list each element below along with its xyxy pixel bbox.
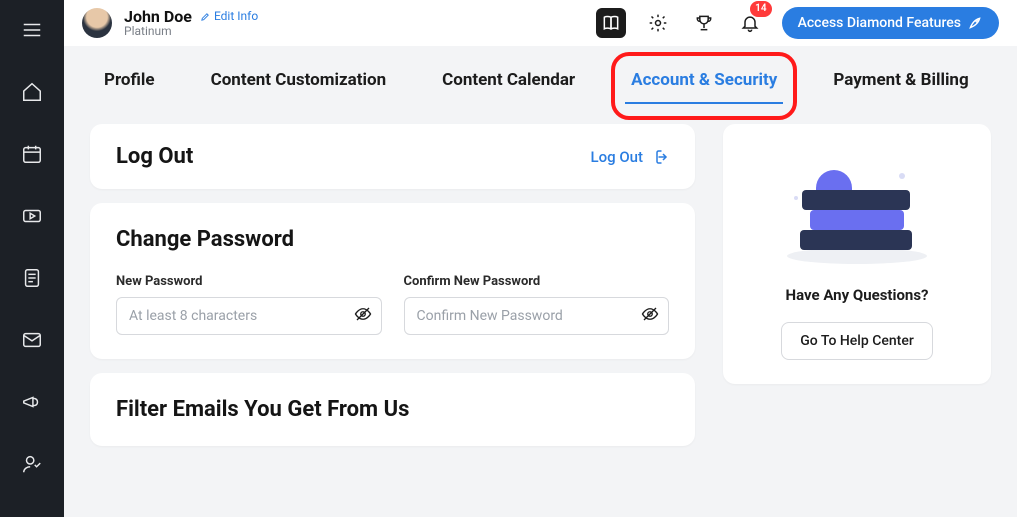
trophy-icon (694, 13, 714, 33)
sidebar-item-video[interactable] (12, 196, 52, 236)
notification-badge: 14 (750, 1, 771, 17)
new-password-visibility-toggle[interactable] (354, 305, 372, 327)
confirm-password-label: Confirm New Password (404, 274, 670, 289)
tab-payment-billing[interactable]: Payment & Billing (827, 66, 974, 94)
megaphone-icon (21, 391, 43, 413)
confirm-password-input[interactable] (404, 297, 670, 335)
change-password-card: Change Password New Password (90, 203, 695, 359)
filter-emails-heading: Filter Emails You Get From Us (116, 397, 669, 422)
change-password-heading: Change Password (116, 227, 669, 252)
edit-info-label: Edit Info (214, 10, 258, 23)
reader-button[interactable] (596, 8, 626, 38)
tab-content-customization[interactable]: Content Customization (205, 66, 393, 94)
sidebar-item-user[interactable] (12, 444, 52, 484)
confirm-password-field: Confirm New Password (404, 274, 670, 335)
right-column: Have Any Questions? Go To Help Center (723, 124, 991, 517)
edit-info-link[interactable]: Edit Info (200, 10, 258, 23)
main-area: John Doe Edit Info Platinum (64, 0, 1017, 517)
eye-off-icon (641, 305, 659, 323)
mail-icon (21, 329, 43, 351)
header-icons: 14 Access Diamond Features (596, 7, 999, 39)
user-check-icon (21, 453, 43, 475)
settings-button[interactable] (644, 9, 672, 37)
left-column: Log Out Log Out Change Password New Pass… (90, 124, 695, 517)
gear-icon (648, 13, 668, 33)
eye-off-icon (354, 305, 372, 323)
new-password-input[interactable] (116, 297, 382, 335)
user-name: John Doe (124, 8, 192, 26)
header: John Doe Edit Info Platinum (64, 0, 1017, 46)
rocket-icon (967, 15, 983, 31)
hamburger-icon (21, 19, 43, 41)
tab-content-calendar[interactable]: Content Calendar (436, 66, 581, 94)
tabs: Profile Content Customization Content Ca… (64, 46, 1017, 108)
user-tier: Platinum (124, 25, 258, 38)
trophy-button[interactable] (690, 9, 718, 37)
sidebar-item-calendar[interactable] (12, 134, 52, 174)
user-avatar[interactable] (82, 8, 112, 38)
content: Log Out Log Out Change Password New Pass… (64, 108, 1017, 517)
logout-heading: Log Out (116, 144, 193, 169)
book-icon (601, 13, 621, 33)
document-icon (21, 267, 43, 289)
new-password-field: New Password (116, 274, 382, 335)
access-diamond-label: Access Diamond Features (798, 15, 961, 31)
confirm-password-visibility-toggle[interactable] (641, 305, 659, 327)
tab-account-security[interactable]: Account & Security (625, 66, 783, 94)
logout-link[interactable]: Log Out (590, 148, 669, 166)
access-diamond-button[interactable]: Access Diamond Features (782, 7, 999, 39)
sidebar-item-mail[interactable] (12, 320, 52, 360)
pencil-icon (200, 11, 211, 22)
user-block: John Doe Edit Info Platinum (124, 8, 258, 39)
logout-card: Log Out Log Out (90, 124, 695, 189)
tab-profile[interactable]: Profile (98, 66, 161, 94)
sidebar-item-home[interactable] (12, 72, 52, 112)
help-illustration (772, 148, 942, 268)
sidebar-item-megaphone[interactable] (12, 382, 52, 422)
notifications-button[interactable]: 14 (736, 9, 764, 37)
help-question: Have Any Questions? (785, 286, 928, 304)
help-card: Have Any Questions? Go To Help Center (723, 124, 991, 384)
logout-icon (651, 148, 669, 166)
sidebar-item-document[interactable] (12, 258, 52, 298)
help-center-button[interactable]: Go To Help Center (781, 322, 933, 360)
logout-link-label: Log Out (590, 148, 643, 166)
filter-emails-card: Filter Emails You Get From Us (90, 373, 695, 446)
calendar-icon (21, 143, 43, 165)
home-icon (21, 81, 43, 103)
new-password-label: New Password (116, 274, 382, 289)
video-icon (21, 205, 43, 227)
hamburger-menu-button[interactable] (12, 10, 52, 50)
sidebar (0, 0, 64, 517)
